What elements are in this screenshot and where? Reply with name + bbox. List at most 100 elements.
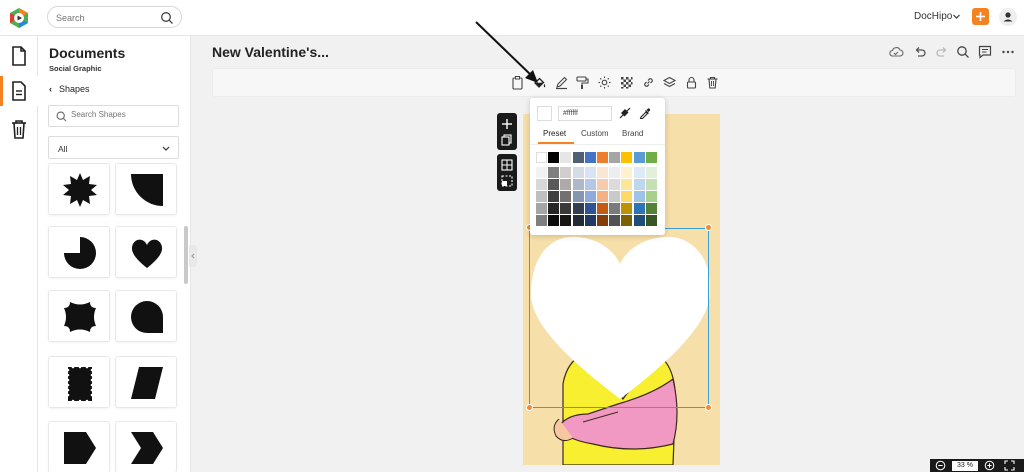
color-swatch[interactable] bbox=[597, 152, 608, 163]
color-swatch[interactable] bbox=[572, 203, 584, 214]
tab-preset[interactable]: Preset bbox=[543, 129, 566, 138]
color-swatch[interactable] bbox=[645, 152, 657, 163]
color-swatch[interactable] bbox=[548, 191, 560, 202]
color-swatch[interactable] bbox=[584, 152, 596, 163]
shape-tile-pie[interactable] bbox=[48, 226, 110, 278]
chevron-down-icon[interactable] bbox=[952, 12, 961, 21]
comment-icon[interactable] bbox=[977, 44, 993, 60]
color-swatch[interactable] bbox=[621, 179, 633, 190]
selection-box[interactable] bbox=[529, 228, 709, 408]
resize-handle-bottom-left[interactable] bbox=[526, 404, 533, 411]
dochipo-logo-icon[interactable] bbox=[8, 7, 30, 29]
color-swatch[interactable] bbox=[621, 215, 633, 226]
pen-icon[interactable] bbox=[554, 75, 569, 90]
transparency-icon[interactable] bbox=[619, 75, 634, 90]
color-swatch[interactable] bbox=[572, 191, 584, 202]
color-swatch[interactable] bbox=[560, 203, 572, 214]
workspace-name[interactable]: DocHipo bbox=[914, 11, 952, 22]
layers-icon[interactable] bbox=[662, 75, 677, 90]
grid-icon[interactable] bbox=[497, 157, 517, 173]
color-swatch[interactable] bbox=[536, 203, 547, 214]
color-swatch[interactable] bbox=[548, 152, 560, 163]
shape-tile-quarter-circle[interactable] bbox=[115, 163, 177, 215]
current-color-swatch[interactable] bbox=[537, 106, 552, 121]
global-search[interactable] bbox=[47, 6, 182, 28]
zoom-out-icon[interactable] bbox=[935, 460, 946, 471]
color-swatch[interactable] bbox=[560, 167, 572, 178]
create-new-button[interactable] bbox=[972, 8, 989, 25]
color-swatch[interactable] bbox=[584, 191, 596, 202]
search-icon[interactable] bbox=[955, 44, 971, 60]
color-swatch[interactable] bbox=[560, 191, 572, 202]
zoom-level[interactable]: 33 % bbox=[952, 461, 978, 471]
color-swatch[interactable] bbox=[560, 152, 572, 163]
color-swatch[interactable] bbox=[560, 215, 572, 226]
shape-tile-heart[interactable] bbox=[115, 226, 177, 278]
eyedropper-icon[interactable] bbox=[638, 106, 652, 120]
color-swatch[interactable] bbox=[548, 167, 560, 178]
color-swatch[interactable] bbox=[536, 191, 547, 202]
user-menu-button[interactable] bbox=[999, 8, 1017, 26]
document-title[interactable]: New Valentine's... bbox=[212, 44, 329, 60]
color-swatch[interactable] bbox=[609, 215, 621, 226]
color-swatch[interactable] bbox=[597, 167, 608, 178]
color-swatch[interactable] bbox=[621, 167, 633, 178]
color-swatch[interactable] bbox=[621, 152, 633, 163]
color-swatch[interactable] bbox=[536, 215, 547, 226]
panel-scrollbar-thumb[interactable] bbox=[184, 226, 188, 284]
shape-tile-parallelogram[interactable] bbox=[115, 356, 177, 408]
shape-filter-select[interactable]: All bbox=[48, 136, 179, 159]
color-swatch[interactable] bbox=[609, 203, 621, 214]
shape-tile-stamp[interactable] bbox=[48, 356, 110, 408]
color-swatch[interactable] bbox=[584, 203, 596, 214]
color-swatch[interactable] bbox=[572, 152, 584, 163]
shape-tile-chevron[interactable] bbox=[115, 421, 177, 472]
back-to-elements-link[interactable]: ‹ Shapes bbox=[49, 84, 90, 94]
tab-custom[interactable]: Custom bbox=[581, 129, 609, 138]
shape-search-input[interactable] bbox=[71, 110, 171, 119]
color-swatch[interactable] bbox=[572, 167, 584, 178]
color-swatch[interactable] bbox=[584, 167, 596, 178]
shape-tile-speech-drop[interactable] bbox=[115, 290, 177, 342]
link-icon[interactable] bbox=[641, 75, 656, 90]
color-swatch[interactable] bbox=[621, 191, 633, 202]
color-swatch[interactable] bbox=[536, 167, 547, 178]
color-swatch[interactable] bbox=[572, 179, 584, 190]
color-swatch[interactable] bbox=[633, 152, 645, 163]
color-swatch[interactable] bbox=[621, 203, 633, 214]
color-swatch[interactable] bbox=[536, 152, 547, 163]
color-swatch[interactable] bbox=[633, 215, 645, 226]
resize-handle-bottom-right[interactable] bbox=[705, 404, 712, 411]
rail-item-trash[interactable] bbox=[0, 114, 38, 144]
color-swatch[interactable] bbox=[597, 203, 608, 214]
cloud-save-icon[interactable] bbox=[888, 44, 904, 60]
color-swatch[interactable] bbox=[572, 215, 584, 226]
add-page-icon[interactable] bbox=[497, 116, 517, 132]
shape-tile-pentagon-arrow[interactable] bbox=[48, 421, 110, 472]
zoom-in-icon[interactable] bbox=[984, 460, 995, 471]
color-swatch[interactable] bbox=[548, 215, 560, 226]
color-swatch[interactable] bbox=[536, 179, 547, 190]
color-swatch[interactable] bbox=[597, 191, 608, 202]
delete-icon[interactable] bbox=[705, 75, 720, 90]
resize-handle-top-right[interactable] bbox=[705, 224, 712, 231]
shape-tile-plaque[interactable] bbox=[48, 290, 110, 342]
more-icon[interactable] bbox=[1000, 44, 1016, 60]
color-swatch[interactable] bbox=[597, 179, 608, 190]
search-icon[interactable] bbox=[160, 11, 174, 25]
paint-roller-icon[interactable] bbox=[575, 75, 590, 90]
brightness-icon[interactable] bbox=[597, 75, 612, 90]
collapse-panel-handle[interactable] bbox=[189, 245, 197, 267]
color-swatch[interactable] bbox=[584, 179, 596, 190]
color-swatch[interactable] bbox=[548, 179, 560, 190]
global-search-input[interactable] bbox=[56, 10, 156, 26]
color-swatch[interactable] bbox=[609, 152, 621, 163]
color-swatch[interactable] bbox=[609, 191, 621, 202]
color-swatch[interactable] bbox=[633, 203, 645, 214]
shape-search[interactable] bbox=[48, 105, 179, 127]
rail-item-my-documents[interactable] bbox=[0, 76, 38, 106]
color-swatch[interactable] bbox=[645, 167, 657, 178]
duplicate-page-icon[interactable] bbox=[497, 133, 517, 147]
undo-icon[interactable] bbox=[912, 44, 928, 60]
resize-page-icon[interactable] bbox=[497, 174, 517, 188]
